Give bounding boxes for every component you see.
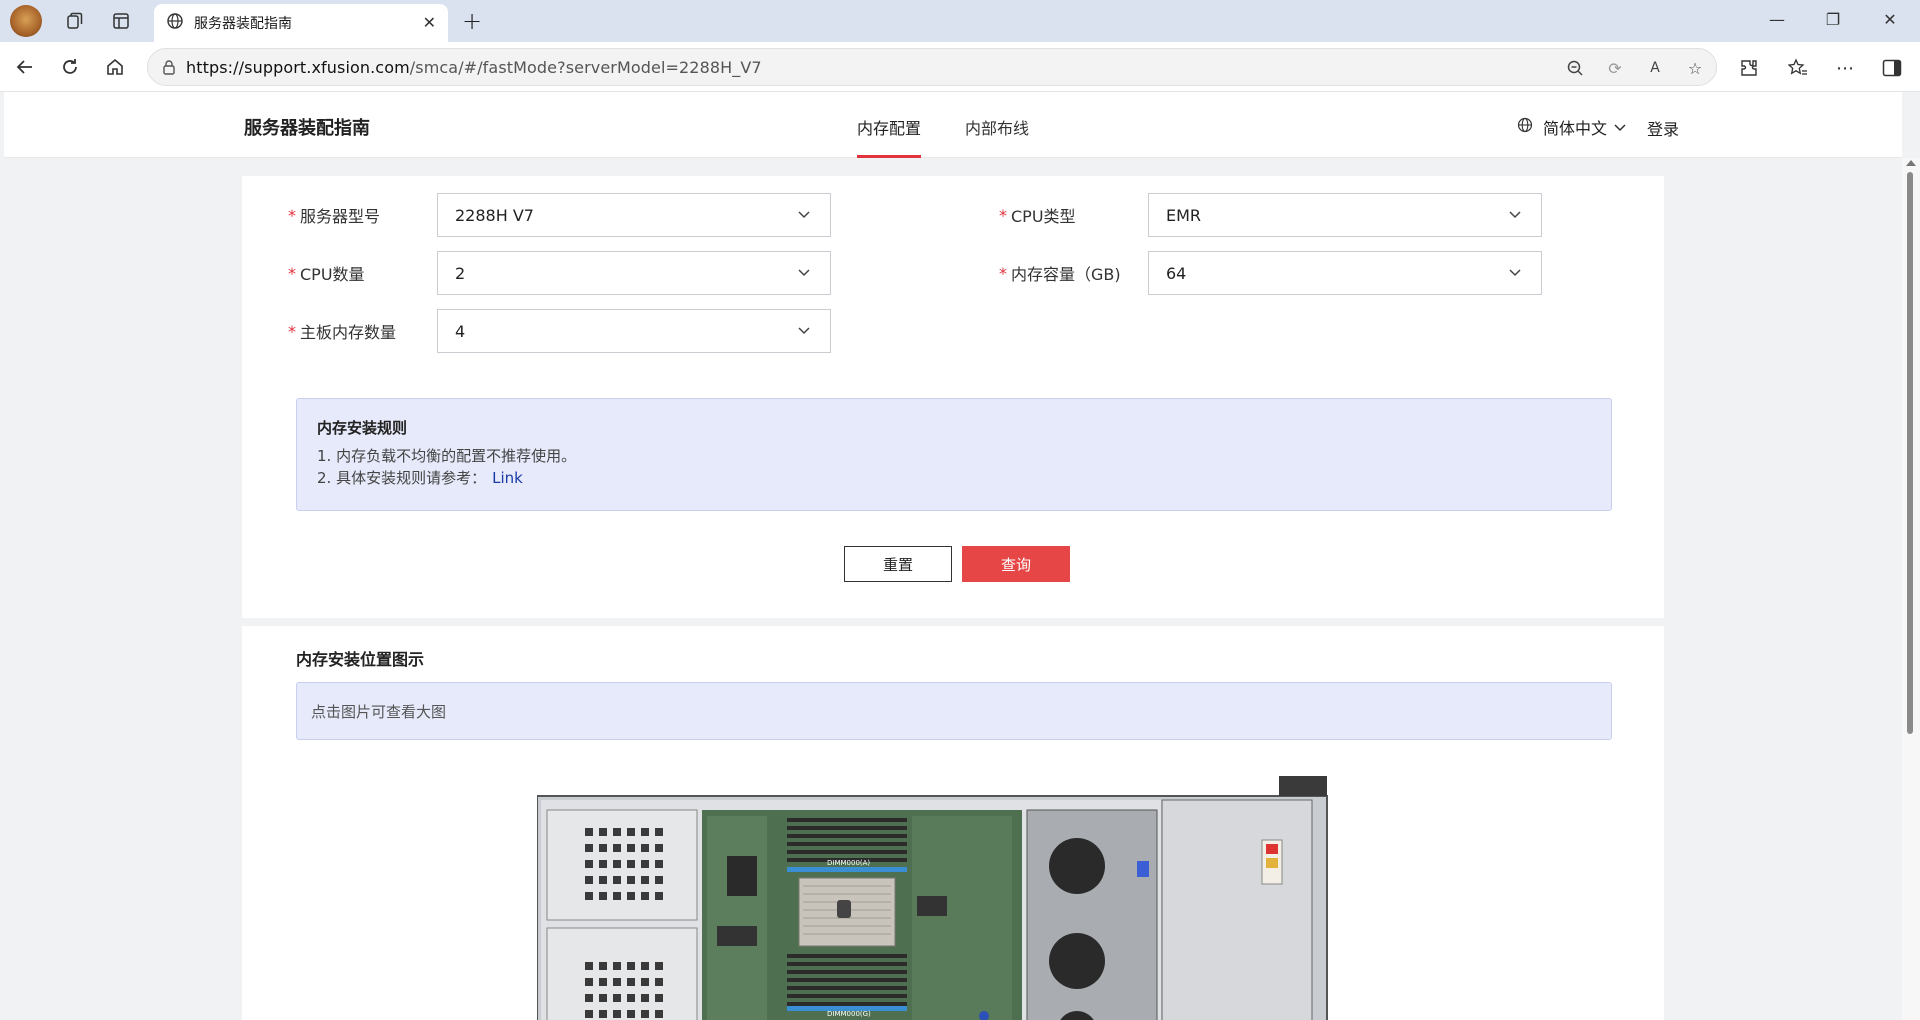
- server-diagram-image[interactable]: DIMM000(A) DIMM000(G): [537, 776, 1357, 1020]
- nav-tab-memory-config[interactable]: 内存配置: [857, 115, 921, 139]
- page-scrollbar[interactable]: [1902, 158, 1920, 1020]
- rules-title: 内存安装规则: [317, 419, 408, 437]
- rules-link[interactable]: Link: [492, 469, 523, 487]
- refresh-icon[interactable]: [55, 52, 85, 82]
- board-memory-count-label: * 主板内存数量: [288, 321, 397, 343]
- reset-button[interactable]: 重置: [844, 546, 952, 582]
- sidebar-toggle-icon[interactable]: [1880, 56, 1904, 80]
- new-tab-icon[interactable]: +: [457, 6, 487, 36]
- home-icon[interactable]: [100, 52, 130, 82]
- favorite-star-icon[interactable]: ☆: [1684, 57, 1706, 79]
- svg-text:DIMM000(G): DIMM000(G): [827, 1010, 871, 1018]
- profile-avatar[interactable]: [10, 5, 42, 37]
- chevron-down-icon: [796, 323, 812, 343]
- close-tab-icon[interactable]: ✕: [423, 13, 436, 32]
- address-bar[interactable]: https://support.xfusion.com/smca/#/fastM…: [147, 48, 1717, 86]
- more-icon[interactable]: ⋯: [1833, 56, 1857, 80]
- chevron-down-icon: [1507, 265, 1523, 285]
- cpu-count-select[interactable]: 2: [437, 251, 831, 295]
- back-icon[interactable]: [10, 52, 40, 82]
- server-model-select[interactable]: 2288H V7: [437, 193, 831, 237]
- cpu-count-label: * CPU数量: [288, 263, 365, 285]
- read-aloud-icon[interactable]: A: [1644, 57, 1666, 79]
- url-text[interactable]: https://support.xfusion.com/smca/#/fastM…: [186, 58, 762, 77]
- chevron-down-icon: [1613, 118, 1627, 137]
- language-selector[interactable]: 简体中文: [1517, 115, 1627, 139]
- globe-icon: [166, 12, 184, 34]
- memory-capacity-select[interactable]: 64: [1148, 251, 1542, 295]
- window-close-icon[interactable]: ✕: [1870, 10, 1910, 29]
- scroll-up-icon[interactable]: [1906, 160, 1916, 166]
- chevron-down-icon: [796, 265, 812, 285]
- lock-icon[interactable]: [162, 59, 176, 79]
- site-title: 服务器装配指南: [244, 118, 370, 139]
- server-model-label: * 服务器型号: [288, 205, 381, 227]
- cpu-type-label: * CPU类型: [999, 205, 1076, 227]
- scrollbar-thumb[interactable]: [1907, 172, 1913, 734]
- query-button[interactable]: 查询: [962, 546, 1070, 582]
- diagram-title: 内存安装位置图示: [296, 650, 425, 669]
- memory-rules-box: 内存安装规则 1. 内存负载不均衡的配置不推荐使用。 2. 具体安装规则请参考：…: [296, 398, 1612, 511]
- rules-line-1: 1. 内存负载不均衡的配置不推荐使用。: [317, 447, 577, 465]
- tab-title: 服务器装配指南: [194, 16, 292, 32]
- browser-toolbar: https://support.xfusion.com/smca/#/fastM…: [0, 42, 1920, 92]
- memory-capacity-label: * 内存容量（GB): [999, 263, 1121, 285]
- chevron-down-icon: [1507, 207, 1523, 227]
- language-label: 简体中文: [1543, 119, 1608, 138]
- browser-tab-active[interactable]: 服务器装配指南 ✕: [154, 4, 448, 42]
- collections-icon[interactable]: [60, 6, 90, 36]
- svg-text:DIMM000(A): DIMM000(A): [827, 859, 870, 867]
- restore-icon[interactable]: ❐: [1813, 10, 1853, 29]
- minimize-icon[interactable]: —: [1757, 10, 1797, 29]
- globe-icon: [1517, 117, 1533, 137]
- browser-tab-bar: 服务器装配指南 ✕ + — ❐ ✕: [0, 0, 1920, 42]
- tab-actions-icon[interactable]: [106, 6, 136, 36]
- config-form-card: * 服务器型号 2288H V7 * CPU类型 EMR * CPU数量 2 * 内存容…: [242, 176, 1664, 618]
- site-header: 服务器装配指南 内存配置 内部布线 简体中文 登录: [4, 92, 1902, 158]
- login-link[interactable]: 登录: [1647, 116, 1679, 140]
- diagram-hint: 点击图片可查看大图: [296, 682, 1612, 740]
- zoom-out-icon[interactable]: [1564, 57, 1586, 79]
- board-memory-count-select[interactable]: 4: [437, 309, 831, 353]
- edge-refresh-icon[interactable]: ⟳: [1604, 57, 1626, 79]
- nav-active-indicator: [857, 155, 921, 158]
- chevron-down-icon: [796, 207, 812, 227]
- extensions-icon[interactable]: [1737, 56, 1761, 80]
- favorites-icon[interactable]: [1786, 56, 1810, 80]
- nav-tab-internal-cabling[interactable]: 内部布线: [965, 115, 1029, 139]
- diagram-card: 内存安装位置图示 点击图片可查看大图 DIMM000(A) DIMM000(G): [242, 626, 1664, 1020]
- page: 服务器装配指南 内存配置 内部布线 简体中文 登录 * 服务器型号 2288H V…: [4, 92, 1902, 1020]
- cpu-type-select[interactable]: EMR: [1148, 193, 1542, 237]
- rules-line-2: 2. 具体安装规则请参考： Link: [317, 469, 523, 487]
